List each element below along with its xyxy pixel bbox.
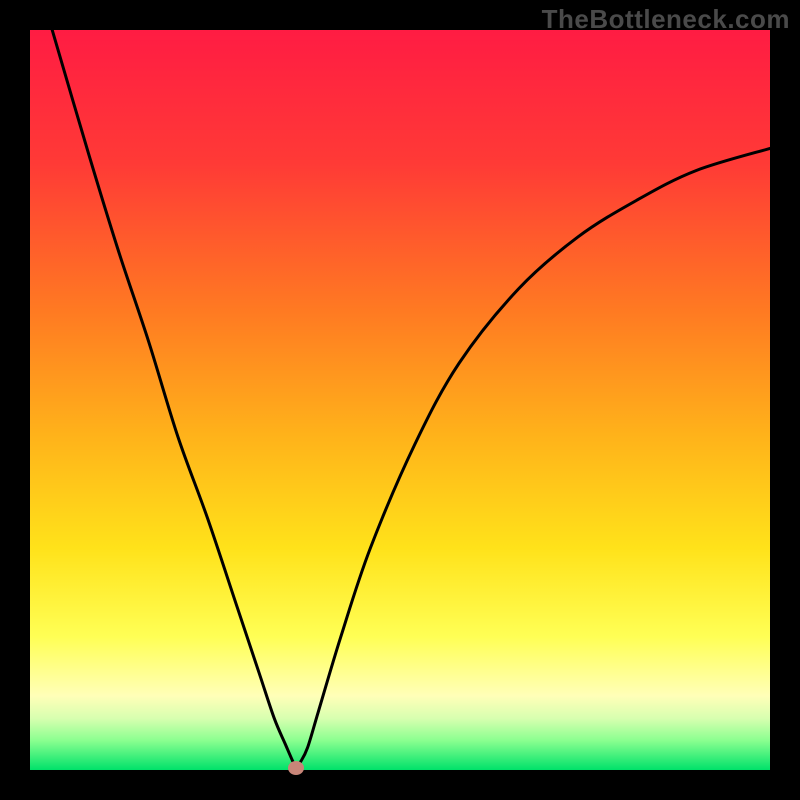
curve-minimum-marker <box>288 761 304 775</box>
chart-frame: TheBottleneck.com <box>0 0 800 800</box>
gradient-background <box>30 30 770 770</box>
bottleneck-plot <box>30 30 770 770</box>
